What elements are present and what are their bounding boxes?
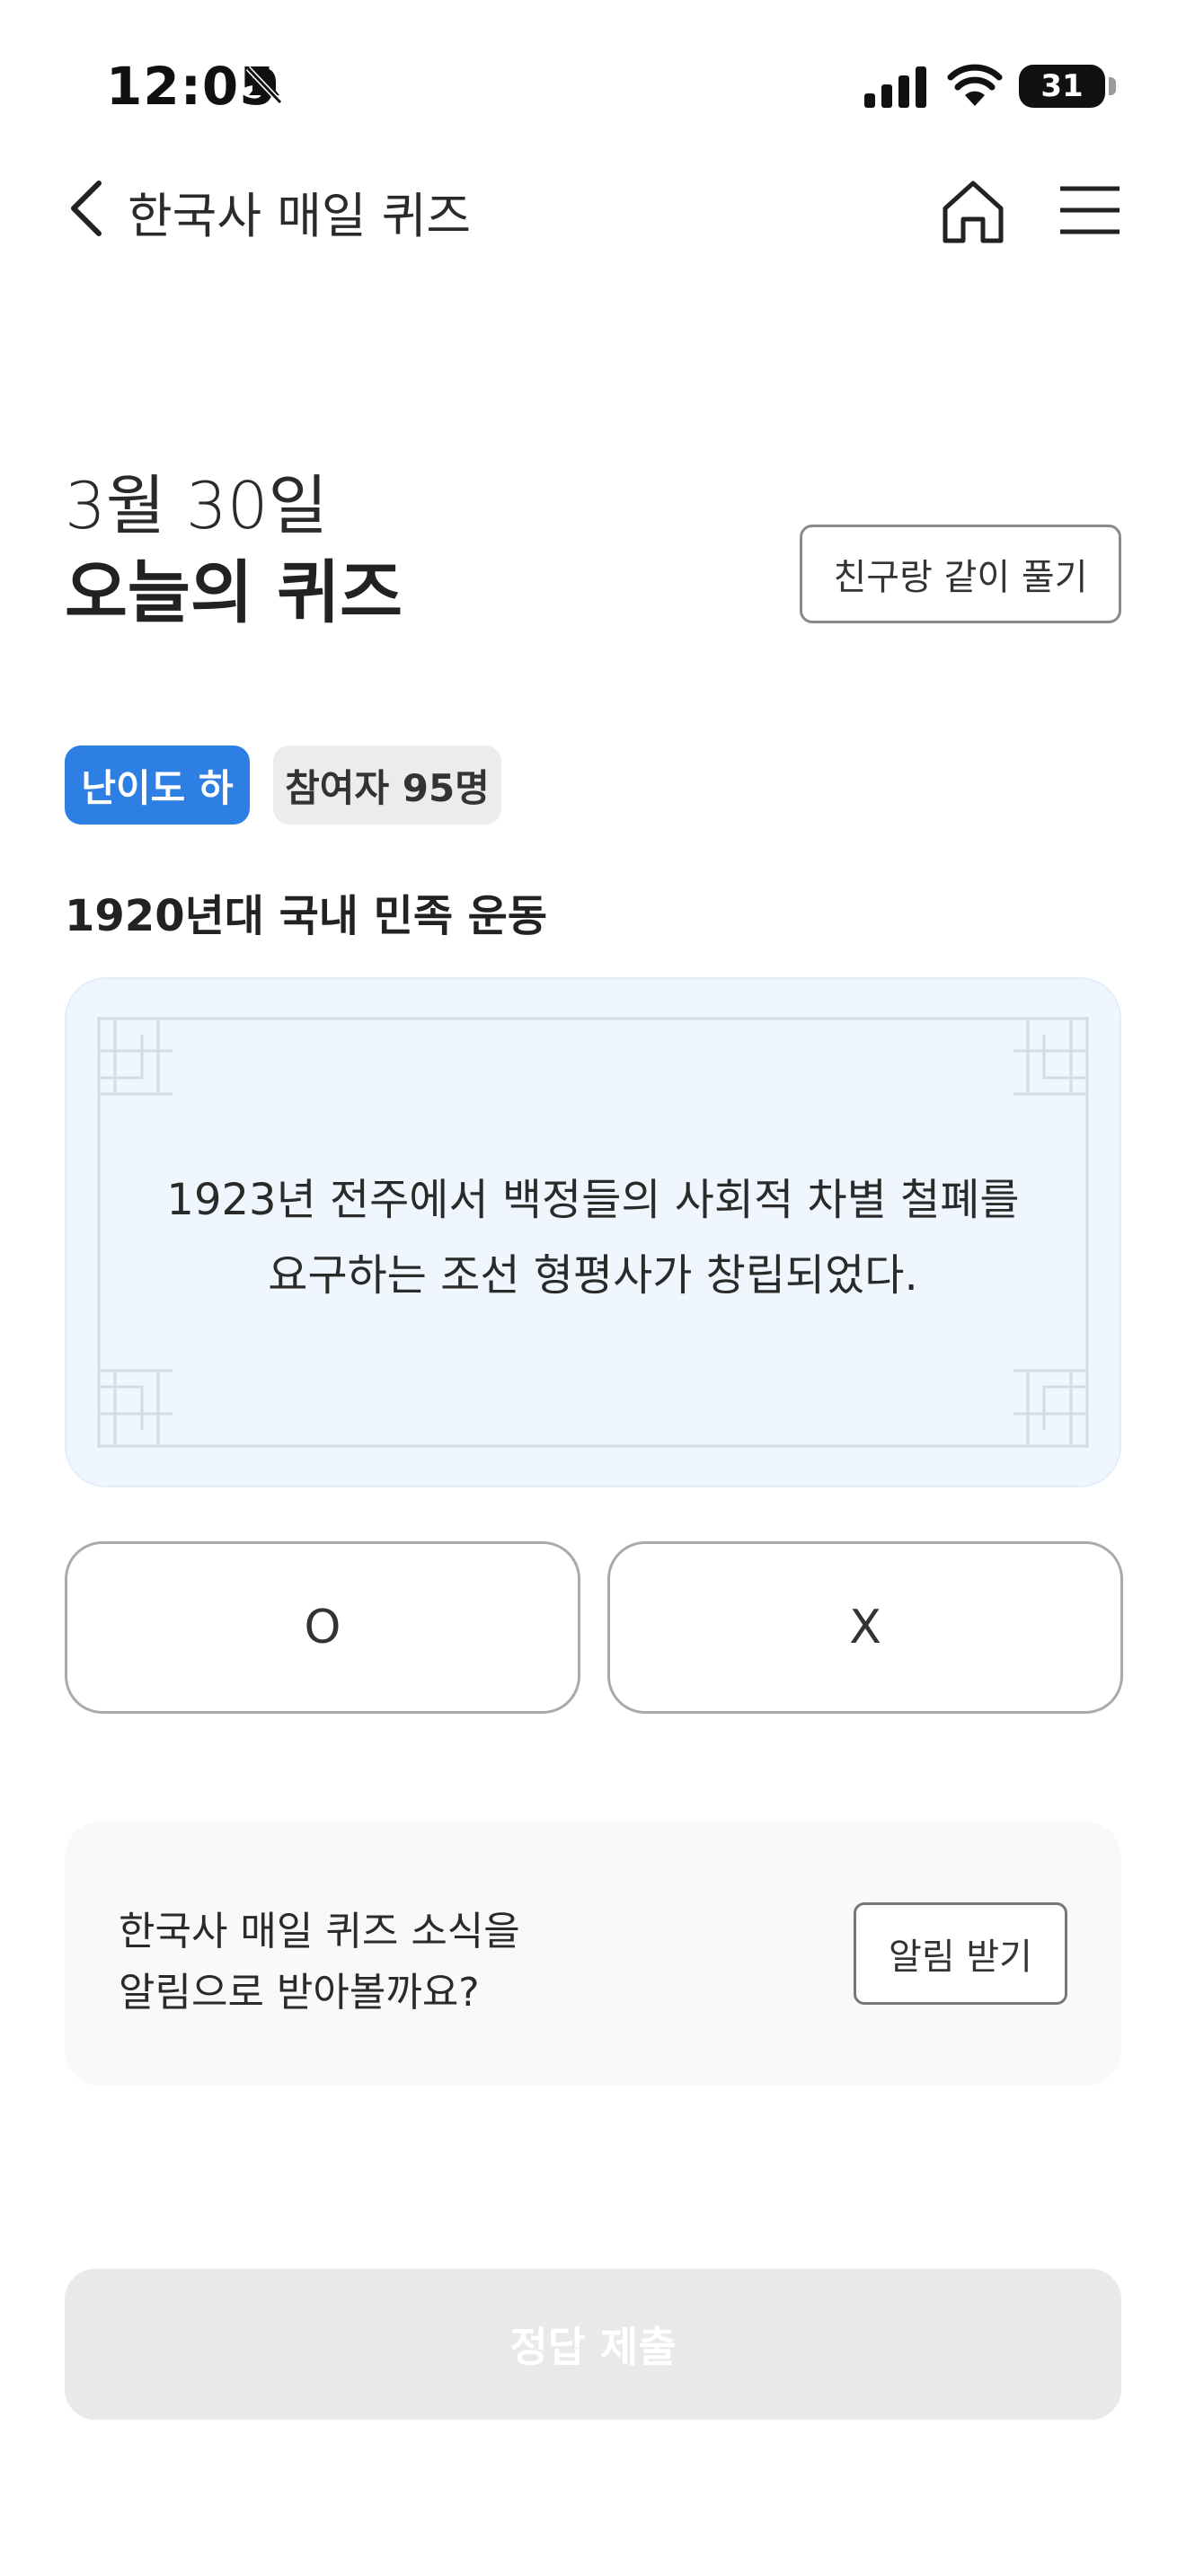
quiz-heading: 오늘의 퀴즈	[65, 552, 403, 632]
wifi-icon	[947, 64, 1003, 106]
bell-off-icon	[245, 66, 283, 105]
battery-icon: 31	[1019, 65, 1105, 108]
menu-icon[interactable]	[1058, 183, 1121, 237]
quiz-date: 3월 30일	[65, 468, 328, 543]
signal-icon	[864, 66, 926, 108]
solve-with-friend-button[interactable]: 친구랑 같이 풀기	[800, 525, 1121, 623]
battery-tip	[1109, 77, 1116, 95]
answer-o-button[interactable]: O	[65, 1541, 580, 1714]
notification-text-line-1: 한국사 매일 퀴즈 소식을	[119, 1909, 520, 1954]
card-frame-ornament	[97, 1017, 1089, 1448]
difficulty-badge: 난이도 하	[65, 745, 250, 825]
answer-x-button[interactable]: X	[607, 1541, 1123, 1714]
submit-answer-button[interactable]: 정답 제출	[65, 2269, 1121, 2420]
participants-badge: 참여자 95명	[273, 745, 501, 825]
subscribe-notification-button[interactable]: 알림 받기	[854, 1902, 1067, 2005]
question-text-line-1: 1923년 전주에서 백정들의 사회적 차별 철폐를	[166, 1175, 1020, 1225]
question-text-line-2: 요구하는 조선 형평사가 창립되었다.	[268, 1250, 918, 1301]
notification-text-line-2: 알림으로 받아볼까요?	[119, 1970, 480, 2016]
home-icon[interactable]	[938, 176, 1008, 246]
quiz-topic: 1920년대 국내 민족 운동	[65, 891, 548, 941]
chevron-left-icon[interactable]	[65, 176, 110, 241]
page-title: 한국사 매일 퀴즈	[128, 188, 472, 244]
